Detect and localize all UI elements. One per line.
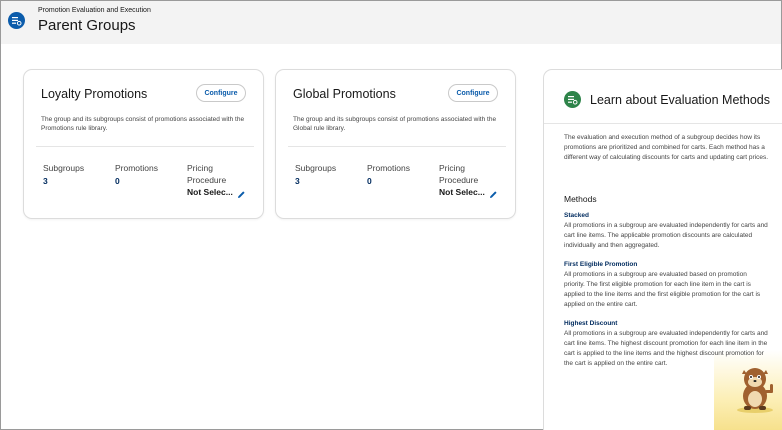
pencil-edit-icon[interactable]	[237, 186, 246, 204]
method-description-highest-discount: All promotions in a subgroup are evaluat…	[564, 330, 768, 367]
promotions-label: Promotions	[115, 163, 158, 173]
subgroups-label: Subgroups	[295, 163, 337, 173]
page-title: Parent Groups	[38, 17, 136, 34]
panel-title: Learn about Evaluation Methods	[590, 93, 770, 107]
card-divider	[36, 146, 254, 147]
list-settings-icon	[8, 12, 25, 29]
pricing-procedure-value: Not Selec...	[439, 187, 485, 197]
panel-divider	[544, 123, 782, 124]
list-settings-icon	[564, 91, 581, 108]
pricing-procedure-label: Pricing Procedure	[187, 163, 227, 185]
promotions-value: 0	[367, 176, 372, 186]
group-card-global: Global Promotions Configure The group an…	[275, 69, 516, 219]
subgroups-value: 3	[295, 176, 300, 186]
card-title: Global Promotions	[293, 87, 396, 101]
configure-button[interactable]: Configure	[448, 84, 498, 102]
method-description-first-eligible: All promotions in a subgroup are evaluat…	[564, 271, 761, 308]
method-name-first-eligible: First Eligible Promotion	[564, 261, 638, 268]
subgroups-label: Subgroups	[43, 163, 85, 173]
pricing-procedure-label: Pricing Procedure	[439, 163, 479, 185]
configure-button[interactable]: Configure	[196, 84, 246, 102]
panel-intro: The evaluation and execution method of a…	[564, 134, 769, 161]
card-description: The group and its subgroups consist of p…	[293, 116, 497, 132]
page-header: Promotion Evaluation and Execution Paren…	[1, 1, 781, 44]
card-divider	[288, 146, 506, 147]
promotions-label: Promotions	[367, 163, 410, 173]
method-name-stacked: Stacked	[564, 212, 589, 219]
card-title: Loyalty Promotions	[41, 87, 148, 101]
pencil-edit-icon[interactable]	[489, 186, 498, 204]
promotions-value: 0	[115, 176, 120, 186]
card-description: The group and its subgroups consist of p…	[41, 116, 245, 132]
group-card-loyalty: Loyalty Promotions Configure The group a…	[23, 69, 264, 219]
astro-mascot-illustration	[732, 364, 778, 419]
method-name-highest-discount: Highest Discount	[564, 320, 618, 327]
subgroups-value: 3	[43, 176, 48, 186]
pricing-procedure-value: Not Selec...	[187, 187, 233, 197]
methods-heading: Methods	[564, 194, 597, 204]
method-description-stacked: All promotions in a subgroup are evaluat…	[564, 222, 768, 249]
header-eyebrow: Promotion Evaluation and Execution	[38, 7, 151, 14]
evaluation-methods-panel: Learn about Evaluation Methods The evalu…	[543, 69, 782, 430]
